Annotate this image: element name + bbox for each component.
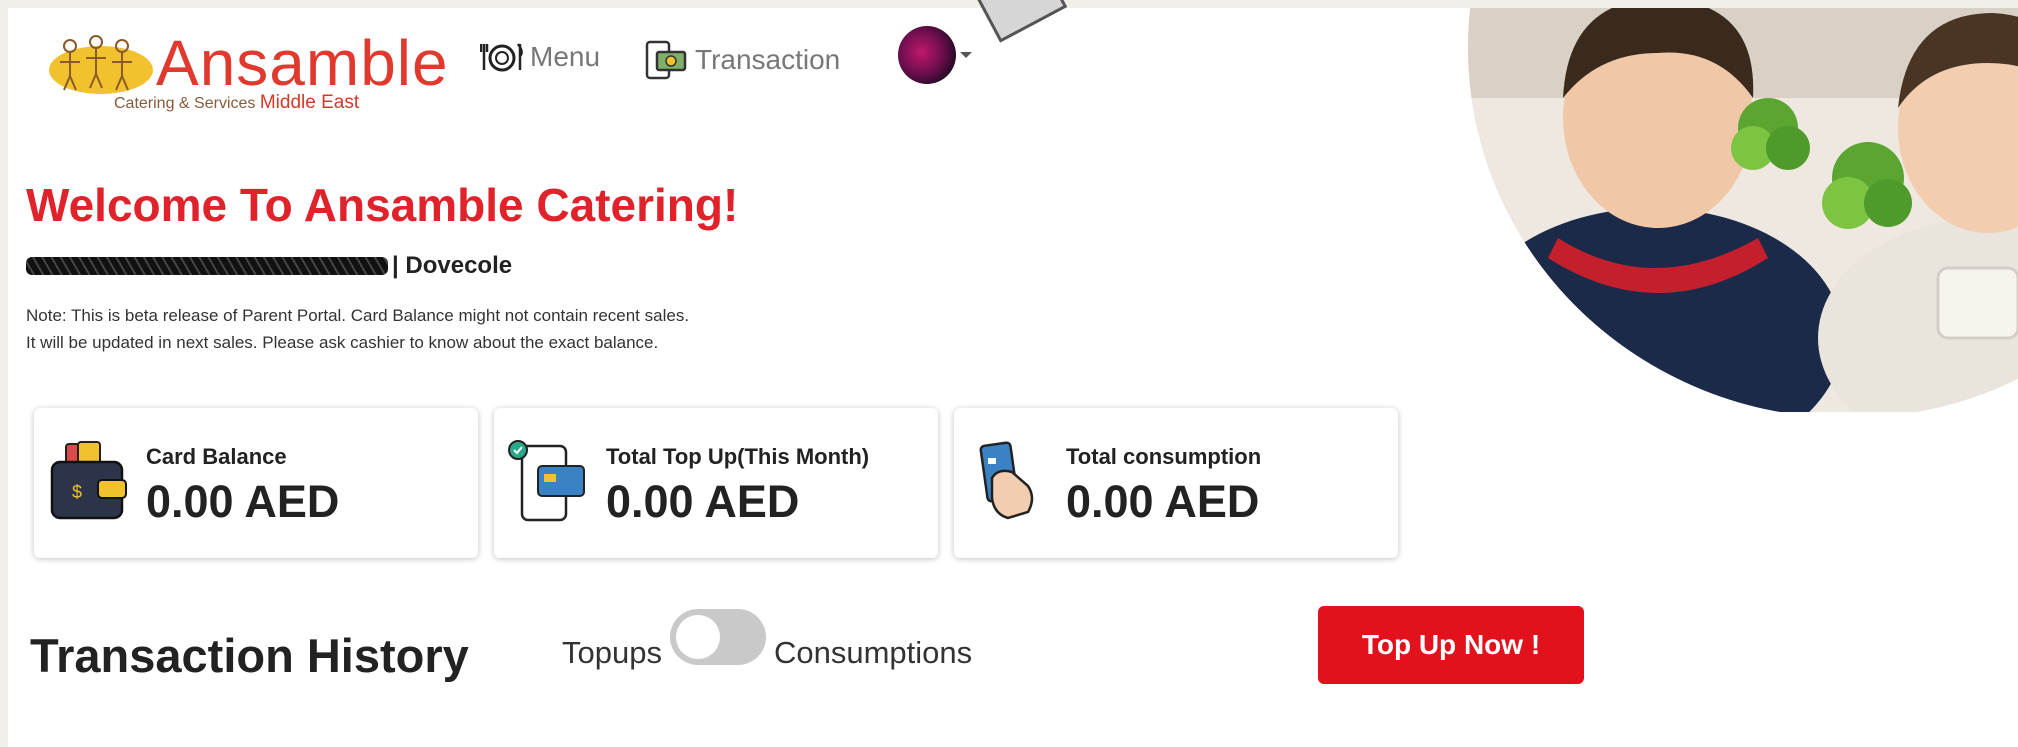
beta-note-line1: Note: This is beta release of Parent Por… [26,306,690,325]
card-consumption-value: 0.00 AED [1066,476,1260,527]
school-name: | Dovecole [392,252,513,279]
welcome-title: Welcome To Ansamble Catering! [26,179,739,231]
card-payment-icon [979,441,1034,520]
children-eating-illustration [1468,8,2018,412]
transaction-history-title: Transaction History [30,629,469,682]
user-info: | Dovecole [26,251,512,281]
svg-text:$: $ [72,482,82,502]
card-topup-label: Total Top Up(This Month) [606,444,870,469]
beta-note-line2: It will be updated in next sales. Please… [26,333,659,352]
chevron-down-icon [960,52,972,58]
wallet-icon: $ [50,441,127,520]
hero-image [1468,8,2018,412]
brand-tagline-text: Catering & Services [114,95,256,112]
nav-transaction-label: Transaction [695,44,841,75]
brand-logo[interactable]: Ansamble Catering & Services Middle East [46,24,448,114]
toggle-knob[interactable] [675,615,720,659]
toggle-label-consumptions[interactable]: Consumptions [774,635,972,671]
nav-menu-label: Menu [530,41,601,72]
nav-menu[interactable]: Menu [480,40,600,74]
beta-note: Note: This is beta release of Parent Por… [26,302,689,356]
history-toggle-switch[interactable] [669,609,766,665]
brand-name: Ansamble [156,27,449,99]
brand-tagline: Catering & Services Middle East [114,92,359,114]
avatar[interactable] [898,26,956,84]
card-balance: $ Card Balance 0.00 AED [34,408,478,558]
history-toggle-group: Topups Consumptions [562,606,972,700]
card-consumption: Total consumption 0.00 AED [954,408,1398,558]
nav-transaction[interactable]: Transaction [645,40,840,80]
decorative-shape [974,0,1068,43]
redacted-id [26,257,388,275]
card-balance-label: Card Balance [146,444,287,469]
toggle-label-topups[interactable]: Topups [562,635,662,671]
card-balance-value: 0.00 AED [146,476,340,527]
transaction-icon [645,40,687,80]
mobile-topup-icon [508,440,585,522]
brand-region: Middle East [259,92,360,113]
card-topup-value: 0.00 AED [606,476,800,527]
card-topup: Total Top Up(This Month) 0.00 AED [494,408,938,558]
top-up-now-button[interactable]: Top Up Now ! [1318,606,1584,684]
dining-icon [480,43,523,72]
user-menu[interactable] [898,26,972,84]
page: Ansamble Catering & Services Middle East… [8,0,2018,747]
card-consumption-label: Total consumption [1066,444,1262,469]
